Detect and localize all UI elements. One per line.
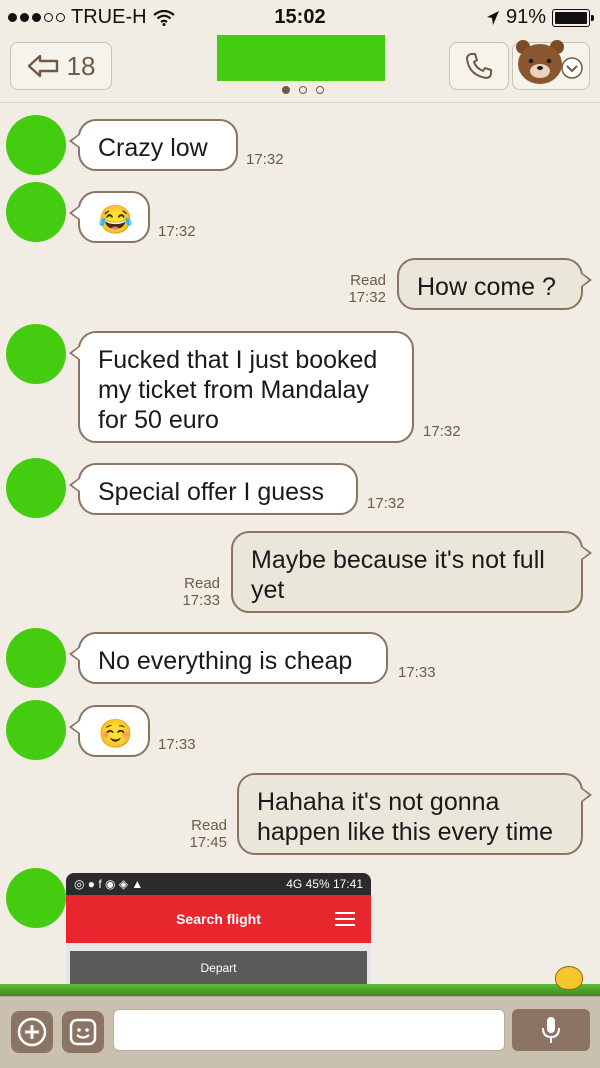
battery-icon: [552, 8, 594, 27]
sticker-button[interactable]: [62, 1011, 104, 1053]
page-indicator: [282, 86, 324, 94]
message-text: How come ?: [417, 273, 556, 301]
message-text: Hahaha it's not gonna happen like this e…: [257, 788, 553, 846]
shared-image-message[interactable]: ◎ ● f ◉ ◈ ▲ 4G 45% 17:41 Search flight D…: [66, 873, 371, 995]
contact-avatar[interactable]: [6, 115, 66, 175]
message-text: Special offer I guess: [98, 478, 325, 506]
shared-image-network: 4G: [286, 877, 303, 891]
emoji-smiling-face: ☺️: [98, 718, 133, 749]
plus-icon: [17, 1017, 47, 1047]
sally-chick-icon: [555, 966, 583, 990]
read-label: Read: [191, 817, 227, 834]
voice-button[interactable]: [512, 1009, 590, 1051]
grass-decoration: [0, 984, 600, 996]
message-time: 17:32: [348, 289, 386, 306]
emoji-tears-of-joy: 😂: [98, 204, 133, 235]
read-receipt: Read 17:33: [174, 575, 220, 609]
read-label: Read: [184, 575, 220, 592]
message-time: 17:33: [158, 736, 196, 753]
message-text: Crazy low: [98, 134, 208, 162]
message-time: 17:33: [182, 592, 220, 609]
read-label: Read: [350, 272, 386, 289]
message-bubble-outgoing[interactable]: Maybe because it's not full yet: [231, 531, 592, 613]
contact-avatar[interactable]: [6, 628, 66, 688]
shared-image-app-header: Search flight: [66, 895, 371, 943]
message-bubble-incoming[interactable]: No everything is cheap: [69, 632, 388, 684]
depart-label: Depart: [200, 961, 237, 975]
contact-avatar[interactable]: [6, 182, 66, 242]
message-bubble-incoming[interactable]: Fucked that I just booked my ticket from…: [69, 331, 414, 443]
bear-avatar-icon: [516, 40, 564, 84]
read-receipt: Read 17:45: [181, 817, 227, 851]
chat-title-redacted[interactable]: [217, 35, 385, 81]
unread-count: 18: [66, 50, 96, 81]
phone-icon: [466, 53, 492, 79]
chat-header: 18: [0, 34, 600, 103]
message-time: 17:45: [189, 834, 227, 851]
contact-avatar[interactable]: [6, 700, 66, 760]
add-button[interactable]: [11, 1011, 53, 1053]
contact-avatar[interactable]: [6, 868, 66, 928]
read-receipt: Read 17:32: [340, 272, 386, 306]
shared-image-status-right: 4G 45% 17:41: [286, 877, 363, 891]
message-time: 17:32: [158, 223, 196, 240]
message-input[interactable]: [113, 1009, 505, 1051]
shared-image-battery: 45%: [305, 877, 330, 891]
message-bubble-incoming[interactable]: ☺️: [69, 705, 150, 757]
message-time: 17:32: [423, 423, 461, 440]
contact-avatar[interactable]: [6, 458, 66, 518]
message-time: 17:32: [367, 495, 405, 512]
back-arrow-icon: [27, 54, 58, 78]
location-arrow-icon: [486, 10, 499, 25]
message-bubble-incoming[interactable]: Crazy low: [69, 119, 238, 171]
message-bubble-incoming[interactable]: Special offer I guess: [69, 463, 358, 515]
battery-group: 91%: [486, 6, 594, 29]
shared-image-time: 17:41: [332, 877, 363, 891]
message-bubble-outgoing[interactable]: How come ?: [397, 258, 592, 310]
shared-image-title: Search flight: [176, 911, 261, 927]
message-text: Maybe because it's not full yet: [251, 546, 545, 604]
hamburger-menu-icon: [335, 912, 355, 930]
message-text: Fucked that I just booked my ticket from…: [98, 346, 378, 434]
message-text: No everything is cheap: [98, 647, 353, 675]
shared-image-status-bar: ◎ ● f ◉ ◈ ▲ 4G 45% 17:41: [66, 873, 371, 895]
status-bar: TRUE-H 15:02 91%: [0, 0, 600, 34]
microphone-icon: [542, 1017, 560, 1043]
contact-avatar[interactable]: [6, 324, 66, 384]
shared-image-app-icons: ◎ ● f ◉ ◈ ▲: [74, 877, 144, 891]
battery-percent: 91%: [505, 6, 546, 28]
sticker-icon: [69, 1018, 97, 1046]
back-button[interactable]: 18: [10, 42, 112, 90]
message-bubble-incoming[interactable]: 😂: [69, 191, 150, 243]
message-time: 17:33: [398, 664, 436, 681]
call-button[interactable]: [449, 42, 509, 90]
message-bubble-outgoing[interactable]: Hahaha it's not gonna happen like this e…: [237, 773, 592, 855]
chat-menu-button[interactable]: [512, 40, 590, 90]
message-time: 17:32: [246, 151, 284, 168]
chevron-down-icon: [561, 57, 583, 79]
input-bar: [0, 996, 600, 1068]
